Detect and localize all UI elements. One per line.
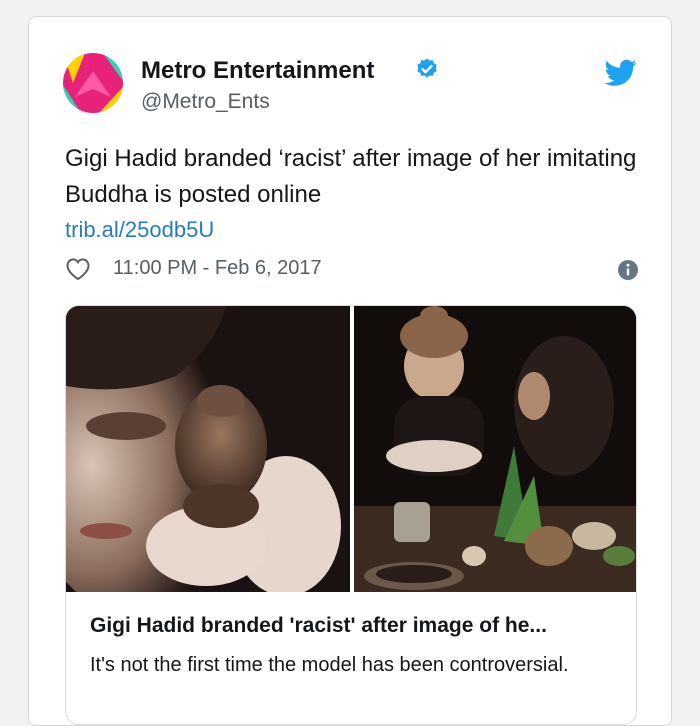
verified-badge-icon [417, 58, 437, 78]
tweet-text: Gigi Hadid branded ‘racist’ after image … [65, 141, 645, 213]
account-avatar[interactable] [63, 53, 123, 113]
heart-icon[interactable] [65, 257, 91, 281]
tweet-meta-row: 11:00 PM - Feb 6, 2017 [65, 253, 645, 287]
preview-images [66, 306, 636, 592]
tweet-timestamp[interactable]: 11:00 PM - Feb 6, 2017 [113, 257, 322, 280]
preview-image-left [66, 306, 350, 592]
tweet-embed-card: Metro Entertainment @Metro_Ents Gigi Had… [28, 16, 672, 726]
account-handle[interactable]: @Metro_Ents [141, 90, 270, 114]
tweet-link[interactable]: trib.al/25odb5U [65, 217, 214, 243]
link-preview-card[interactable]: Gigi Hadid branded 'racist' after image … [65, 305, 637, 725]
preview-card-description: It's not the first time the model has be… [90, 654, 569, 676]
tweet-body: Gigi Hadid branded ‘racist’ after image … [65, 145, 637, 208]
preview-card-title[interactable]: Gigi Hadid branded 'racist' after image … [90, 614, 620, 638]
info-icon[interactable] [617, 259, 639, 281]
twitter-bird-icon[interactable] [605, 59, 637, 87]
account-display-name[interactable]: Metro Entertainment [141, 57, 374, 85]
preview-image-right [354, 306, 636, 592]
